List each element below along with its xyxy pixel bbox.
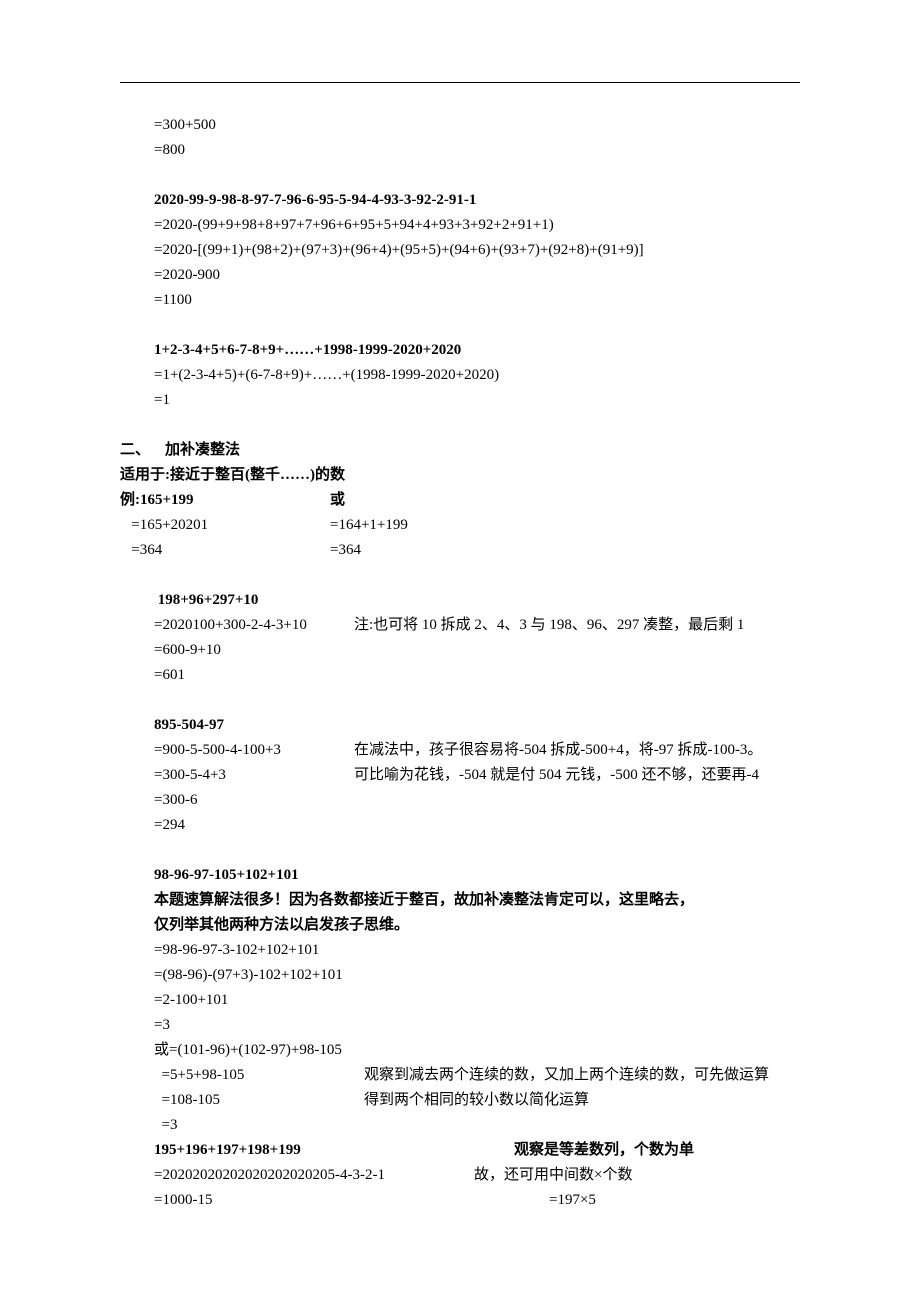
example-right-step: =164+1+199 — [330, 513, 408, 538]
calc-row: =20202020202020202020205-4-3-2-1 故，还可用中间… — [120, 1163, 800, 1188]
calc-left: =1000-15 — [154, 1188, 549, 1213]
calc-left: =300-5-4+3 — [154, 763, 354, 788]
calc-note: 可比喻为花钱，-504 就是付 504 元钱，-500 还不够，还要再-4 — [354, 763, 759, 788]
calc-row: =2020100+300-2-4-3+10 注:也可将 10 拆成 2、4、3 … — [120, 613, 800, 638]
calc-line: =2020-[(99+1)+(98+2)+(97+3)+(96+4)+(95+5… — [120, 238, 800, 263]
calc-alt-line: 或=(101-96)+(102-97)+98-105 — [120, 1038, 800, 1063]
problem-expression: 195+196+197+198+199 — [154, 1138, 514, 1163]
calc-row: =5+5+98-105 观察到减去两个连续的数，又加上两个连续的数，可先做运算 — [120, 1063, 800, 1088]
spacer — [120, 563, 800, 588]
spacer — [120, 838, 800, 863]
calc-left: =5+5+98-105 — [154, 1063, 364, 1088]
calc-line: =300+500 — [120, 113, 800, 138]
spacer — [120, 688, 800, 713]
example-left-step: =364 — [120, 538, 330, 563]
calc-right: =197×5 — [549, 1188, 596, 1213]
calc-left: =108-105 — [154, 1088, 364, 1113]
calc-line: =3 — [120, 1113, 800, 1138]
calc-row: =1000-15 =197×5 — [120, 1188, 800, 1213]
calc-line: =(98-96)-(97+3)-102+102+101 — [120, 963, 800, 988]
problem-note: 本题速算解法很多！因为各数都接近于整百，故加补凑整法肯定可以，这里略去， — [120, 888, 800, 913]
calc-note: 观察到减去两个连续的数，又加上两个连续的数，可先做运算 — [364, 1063, 769, 1088]
calc-line: =2-100+101 — [120, 988, 800, 1013]
example-left-label: 例:165+199 — [120, 488, 330, 513]
spacer — [120, 313, 800, 338]
calc-left: =20202020202020202020205-4-3-2-1 — [154, 1163, 474, 1188]
problem-expression: 2020-99-9-98-8-97-7-96-6-95-5-94-4-93-3-… — [120, 188, 800, 213]
example-left-step: =165+20201 — [120, 513, 330, 538]
problem-expression: 198+96+297+10 — [120, 588, 800, 613]
page-top-rule — [120, 82, 800, 83]
document-page: =300+500 =800 2020-99-9-98-8-97-7-96-6-9… — [0, 0, 920, 1302]
problem-expression: 895-504-97 — [120, 713, 800, 738]
calc-row: =108-105 得到两个相同的较小数以简化运算 — [120, 1088, 800, 1113]
calc-line: =294 — [120, 813, 800, 838]
section-heading: 二、 加补凑整法 — [120, 438, 800, 463]
calc-line: =300-6 — [120, 788, 800, 813]
calc-left: =2020100+300-2-4-3+10 — [154, 613, 354, 638]
example-right-label: 或 — [330, 488, 345, 513]
spacer — [120, 163, 800, 188]
calc-line: =1100 — [120, 288, 800, 313]
calc-line: =3 — [120, 1013, 800, 1038]
calc-line: =2020-900 — [120, 263, 800, 288]
example-header-row: 例:165+199 或 — [120, 488, 800, 513]
calc-line: =1+(2-3-4+5)+(6-7-8+9)+……+(1998-1999-202… — [120, 363, 800, 388]
example-row: =364 =364 — [120, 538, 800, 563]
problem-expression: 1+2-3-4+5+6-7-8+9+……+1998-1999-2020+2020 — [120, 338, 800, 363]
calc-note: 得到两个相同的较小数以简化运算 — [364, 1088, 589, 1113]
calc-line: =800 — [120, 138, 800, 163]
calc-row: =300-5-4+3 可比喻为花钱，-504 就是付 504 元钱，-500 还… — [120, 763, 800, 788]
calc-row: =900-5-500-4-100+3 在减法中，孩子很容易将-504 拆成-50… — [120, 738, 800, 763]
section-usage: 适用于:接近于整百(整千……)的数 — [120, 463, 800, 488]
calc-left: =900-5-500-4-100+3 — [154, 738, 354, 763]
calc-line: =600-9+10 — [120, 638, 800, 663]
calc-note: 注:也可将 10 拆成 2、4、3 与 198、96、297 凑整，最后剩 1 — [354, 613, 744, 638]
problem-header-row: 195+196+197+198+199 观察是等差数列，个数为单 — [120, 1138, 800, 1163]
problem-note: 仅列举其他两种方法以启发孩子思维。 — [120, 913, 800, 938]
spacer — [120, 413, 800, 438]
example-right-step: =364 — [330, 538, 361, 563]
calc-line: =601 — [120, 663, 800, 688]
calc-line: =1 — [120, 388, 800, 413]
calc-line: =98-96-97-3-102+102+101 — [120, 938, 800, 963]
problem-expression: 98-96-97-105+102+101 — [120, 863, 800, 888]
calc-note: 在减法中，孩子很容易将-504 拆成-500+4，将-97 拆成-100-3。 — [354, 738, 762, 763]
calc-line: =2020-(99+9+98+8+97+7+96+6+95+5+94+4+93+… — [120, 213, 800, 238]
calc-note: 故，还可用中间数×个数 — [474, 1163, 632, 1188]
problem-observation: 观察是等差数列，个数为单 — [514, 1138, 694, 1163]
example-row: =165+20201 =164+1+199 — [120, 513, 800, 538]
